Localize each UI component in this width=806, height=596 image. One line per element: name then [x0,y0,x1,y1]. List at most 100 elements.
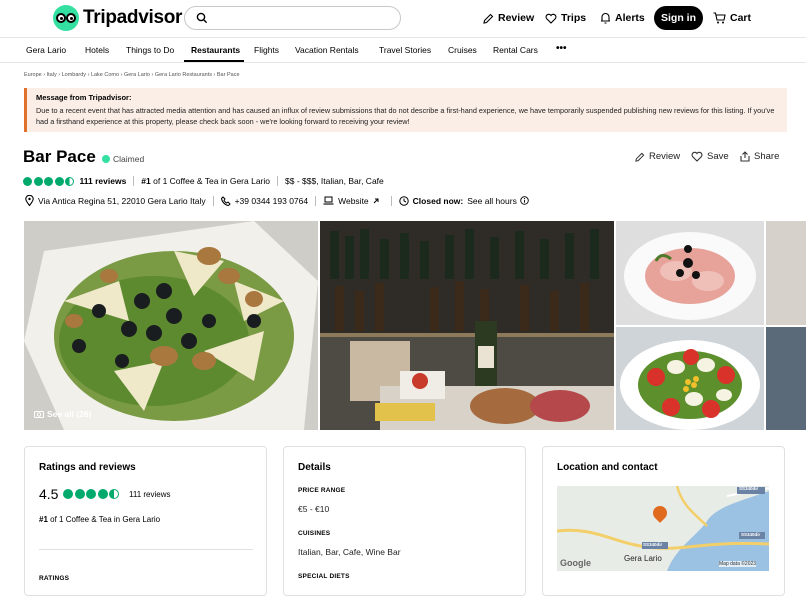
rating-summary: 111 reviews #1 of 1 Coffee & Tea in Gera… [23,176,384,186]
special-diets-label: SPECIAL DIETS [298,573,350,580]
nav-flights[interactable]: Flights [254,45,279,55]
review-nav-label: Review [498,12,535,24]
breadcrumb[interactable]: Europe › Italy › Lombardy › Lake Como › … [24,72,240,78]
rank-prefix: #1 [39,515,48,524]
search-icon [196,12,208,24]
website-link[interactable]: Website [338,196,369,206]
info-icon [520,196,529,205]
nav-cruises[interactable]: Cruises [448,45,477,55]
contact-line: Via Antica Regina 51, 22010 Gera Lario I… [25,195,533,206]
logo-text: Tripadvisor [83,7,183,28]
reviews-count-link[interactable]: 111 reviews [80,176,127,186]
salad-photo-illustration [24,221,318,430]
price-range-value: €5 - €10 [298,504,330,514]
nav-restaurants[interactable]: Restaurants [191,45,240,55]
rating-bubble [44,176,53,186]
cart-nav-button[interactable]: Cart [713,6,751,30]
rank-text: of 1 Coffee & Tea in Gera Lario [47,515,161,524]
nav-rental-cars[interactable]: Rental Cars [493,45,538,55]
camera-icon [34,411,44,418]
price-range-label: PRICE RANGE [298,487,346,494]
divider [39,549,253,550]
owl-logo-icon [53,5,79,31]
write-review-button[interactable]: Review [635,151,680,162]
photo-gallery[interactable]: See all (26) [24,221,806,430]
nav-hotels[interactable]: Hotels [85,45,109,55]
ranking-text: of 1 Coffee & Tea in Gera Lario [150,176,270,186]
alerts-nav-button[interactable]: Alerts [600,6,645,30]
check-circle-icon [102,155,110,163]
nav-things-to-do[interactable]: Things to Do [126,45,174,55]
review-suspension-notice: Message from Tripadvisor: Due to a recen… [24,88,787,132]
rating-bubbles [23,176,76,186]
nav-gera-lario[interactable]: Gera Lario [26,45,66,55]
map-town-label: Gera Lario [624,554,662,563]
share-icon [740,151,750,162]
wine-shelf-illustration [320,221,614,430]
see-all-photos-button[interactable]: See all (26) [34,409,91,419]
review-action-label: Review [649,151,681,162]
interior-photo-wine[interactable] [320,221,614,430]
phone-link[interactable]: +39 0344 193 0764 [235,196,309,206]
cart-icon [713,12,726,24]
claimed-badge[interactable]: Claimed [102,154,144,164]
ratings-reviews-count[interactable]: 111 reviews [129,490,171,499]
alerts-nav-label: Alerts [615,12,645,24]
share-button[interactable]: Share [740,151,779,162]
rating-bubble [54,176,64,186]
notice-title: Message from Tripadvisor: [36,93,132,102]
cuisines-value: Italian, Bar, Cafe, Wine Bar [298,547,401,557]
tripadvisor-logo[interactable]: Tripadvisor [53,5,182,31]
nav-travel-stories[interactable]: Travel Stories [379,45,431,55]
mixed-salad-illustration [616,327,764,430]
address-link[interactable]: Via Antica Regina 51, 22010 Gera Lario I… [38,196,206,206]
rating-bubble-half [65,176,74,186]
ratings-label: RATINGS [39,575,70,582]
see-all-hours-link[interactable]: See all hours [467,196,517,206]
page-title: Bar Pace [23,147,96,166]
trips-nav-button[interactable]: Trips [545,6,586,30]
ratings-rank[interactable]: #1 of 1 Coffee & Tea in Gera Lario [39,515,160,524]
photo-partial-top[interactable] [766,221,806,325]
photo-mixed-salad[interactable] [616,327,764,430]
rating-bubble [97,489,108,499]
share-action-label: Share [754,151,780,162]
save-action-label: Save [707,151,729,162]
more-nav-button[interactable]: ••• [556,43,567,54]
cart-nav-label: Cart [730,12,752,24]
map-road-label: SS340dir [643,542,663,547]
laptop-icon [323,196,334,205]
cuisines-label: CUISINES [298,530,331,537]
photo-antipasto[interactable] [616,221,764,325]
rating-bubble [33,176,43,186]
ranking-link[interactable]: #1 of 1 Coffee & Tea in Gera Lario [141,176,270,186]
ratings-card: Ratings and reviews 4.5 111 reviews #1 o… [24,446,267,596]
bell-icon [601,12,610,24]
rating-bubble-half [109,489,119,499]
heart-icon [545,13,557,24]
phone-icon [220,195,231,206]
see-all-label: See all (26) [47,409,92,419]
overall-rating: 4.5 [39,486,59,502]
rating-bubble [86,489,96,499]
location-map[interactable]: SS340dir SS340dir SS340dir Gera Lario Go… [557,486,769,571]
category-nav: Gera Lario Hotels Things to Do Restauran… [0,37,806,63]
location-heading: Location and contact [557,462,658,473]
review-nav-button[interactable]: Review [483,6,534,30]
search-input[interactable] [184,6,401,30]
rating-bubble [63,489,73,499]
main-photo-salad[interactable]: See all (26) [24,221,318,430]
location-card: Location and contact SS340dir SS340dir S… [542,446,785,596]
google-logo: Google [560,558,591,568]
map-road-label: SS340dir [739,486,759,491]
location-pin-icon [25,195,34,206]
save-button[interactable]: Save [691,151,729,162]
trips-nav-label: Trips [561,12,587,24]
notice-body: Due to a recent event that has attracted… [36,106,775,126]
sign-in-button[interactable]: Sign in [654,6,703,30]
rating-bubbles [63,489,121,499]
rating-bubble [23,176,32,186]
photo-partial-bottom[interactable] [766,327,806,430]
nav-vacation-rentals[interactable]: Vacation Rentals [295,45,359,55]
closed-now-label: Closed now: [412,195,464,206]
